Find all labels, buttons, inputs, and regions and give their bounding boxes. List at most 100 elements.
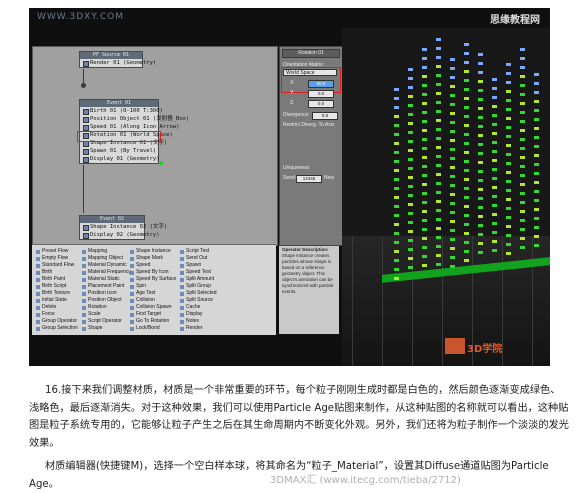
output-dot[interactable] — [159, 161, 163, 165]
particle-chip — [436, 236, 441, 239]
depot-item[interactable]: Split Source — [180, 297, 225, 304]
depot-item[interactable]: Shape Instance — [130, 248, 175, 255]
particle-chip — [492, 123, 497, 126]
depot-item[interactable]: Speed By Icon — [130, 269, 175, 276]
operator-display-2[interactable]: Display 02 (Geometry) — [80, 231, 160, 239]
particle-chip — [436, 164, 441, 167]
rollout-rotation-01[interactable]: Rotation 01 — [282, 49, 340, 58]
particle-chip — [464, 250, 469, 253]
particle-chip — [478, 224, 483, 227]
particle-chip — [520, 57, 525, 60]
depot-item[interactable]: Split Selected — [180, 290, 225, 297]
depot-item[interactable]: Material Frequency — [82, 269, 131, 276]
depot-item[interactable]: Collision — [130, 297, 175, 304]
particle-chip — [422, 147, 427, 150]
depot-item[interactable]: Position Object — [82, 297, 127, 304]
depot-item[interactable]: Lock/Bond — [130, 325, 175, 332]
y-value-field[interactable]: 0.0 — [308, 90, 334, 98]
viewport-3d[interactable] — [342, 28, 550, 366]
particle-chip — [464, 106, 469, 109]
depot-item[interactable]: Mapping — [82, 248, 127, 255]
operator-spawn[interactable]: Spawn 01 (By Travel) — [80, 147, 158, 155]
depot-item[interactable]: Birth Texture — [36, 290, 81, 297]
depot-item[interactable]: Material Dynamic — [82, 262, 127, 269]
depot-item[interactable]: Speed — [130, 262, 175, 269]
depot-item[interactable]: Birth — [36, 269, 81, 276]
depot-item[interactable]: Notes — [180, 318, 225, 325]
depot-item[interactable]: Send Out — [180, 255, 225, 262]
depot-item[interactable]: Initial State — [36, 297, 81, 304]
depot-item[interactable]: Spawn — [180, 262, 225, 269]
particle-chip — [422, 129, 427, 132]
particle-chip — [464, 259, 469, 262]
particle-chip — [394, 214, 399, 217]
depot-item[interactable]: Speed Test — [180, 269, 225, 276]
depot-item[interactable]: Material Static — [82, 276, 127, 283]
depot-item[interactable]: Speed By Surface — [130, 276, 176, 283]
operator-display[interactable]: Display 01 (Geometry) — [80, 155, 160, 163]
grid-line — [442, 236, 443, 366]
seed-field[interactable]: 12345 — [296, 175, 322, 183]
operator-shape-instance-2[interactable]: Shape Instance 02 (文字) — [80, 223, 167, 231]
particle-view-graph[interactable]: PF Source 01 Render 01 (Geometry) Event … — [32, 46, 278, 246]
event-source-node[interactable]: PF Source 01 Render 01 (Geometry) — [79, 51, 156, 68]
particle-chip — [478, 125, 483, 128]
operator-position-object[interactable]: Position Object 01 (发射器_Box) — [80, 115, 189, 123]
depot-item[interactable]: Delete — [36, 304, 81, 311]
depot-item[interactable]: Split Group — [180, 283, 225, 290]
depot-item[interactable]: Script Operator — [82, 318, 127, 325]
depot-item[interactable]: Collision Spawn — [130, 304, 175, 311]
depot-item[interactable]: Rotation — [82, 304, 127, 311]
depot-item[interactable]: Script Test — [180, 248, 225, 255]
depot-item[interactable]: Standard Flow — [36, 262, 81, 269]
depot-item[interactable]: Go To Rotation — [130, 318, 175, 325]
particle-chip — [506, 90, 511, 93]
watermark-top: WWW.3DXY.COM — [37, 12, 125, 22]
depot-item[interactable]: Split Amount — [180, 276, 225, 283]
depot-item[interactable]: Find Target — [130, 311, 175, 318]
particle-chip — [492, 150, 497, 153]
particle-chip — [450, 211, 455, 214]
depot-item[interactable]: Birth Paint — [36, 276, 81, 283]
depot-item[interactable]: Shape Mark — [130, 255, 175, 262]
new-seed-button[interactable]: New — [324, 175, 334, 182]
particle-chip — [506, 180, 511, 183]
particle-chip — [436, 38, 441, 41]
divergence-label: Divergence: — [283, 112, 310, 118]
event-02-node[interactable]: Event 02 Shape Instance 02 (文字) Display … — [79, 215, 167, 240]
z-value-field[interactable]: 0.0 — [308, 100, 334, 108]
particle-chip — [506, 108, 511, 111]
restrict-checkbox[interactable]: Restrict Diverg. To Axis — [283, 122, 334, 129]
depot-item[interactable]: Group Operator — [36, 318, 81, 325]
depot-item[interactable]: Display — [180, 311, 225, 318]
depot-item[interactable]: Cache — [180, 304, 225, 311]
particle-chip — [436, 146, 441, 149]
depot-item[interactable]: Group Selection — [36, 325, 81, 332]
depot-item[interactable]: Render — [180, 325, 225, 332]
particle-stripe — [394, 88, 399, 280]
particle-chip — [436, 101, 441, 104]
event-source-row[interactable]: Render 01 (Geometry) — [80, 59, 156, 67]
operator-birth[interactable]: Birth 01 (0-100 T:300) — [80, 107, 163, 115]
depot-item[interactable]: Birth Script — [36, 283, 81, 290]
depot-item[interactable]: Shape — [82, 325, 127, 332]
depot-item[interactable]: Spin — [130, 283, 175, 290]
x-value-field[interactable]: 90.0 — [308, 80, 334, 88]
connector-dot[interactable] — [81, 83, 86, 88]
particle-chip — [534, 226, 539, 229]
depot-item[interactable]: Age Test — [130, 290, 175, 297]
depot-item[interactable]: Position Icon — [82, 290, 127, 297]
depot-item[interactable]: Scale — [82, 311, 127, 318]
particle-chip — [394, 88, 399, 91]
particle-chip — [422, 57, 427, 60]
event-01-header: Event 01 — [80, 100, 158, 107]
particle-chip — [464, 214, 469, 217]
particle-chip — [450, 247, 455, 250]
divergence-field[interactable]: 0.0 — [312, 112, 338, 120]
depot-item[interactable]: Placement Paint — [82, 283, 127, 290]
operator-speed[interactable]: Speed 01 (Along Icon Arrow) — [80, 123, 179, 131]
depot-item[interactable]: Force — [36, 311, 81, 318]
depot-item[interactable]: Preset Flow — [36, 248, 81, 255]
depot-item[interactable]: Empty Flow — [36, 255, 81, 262]
depot-item[interactable]: Mapping Object — [82, 255, 127, 262]
